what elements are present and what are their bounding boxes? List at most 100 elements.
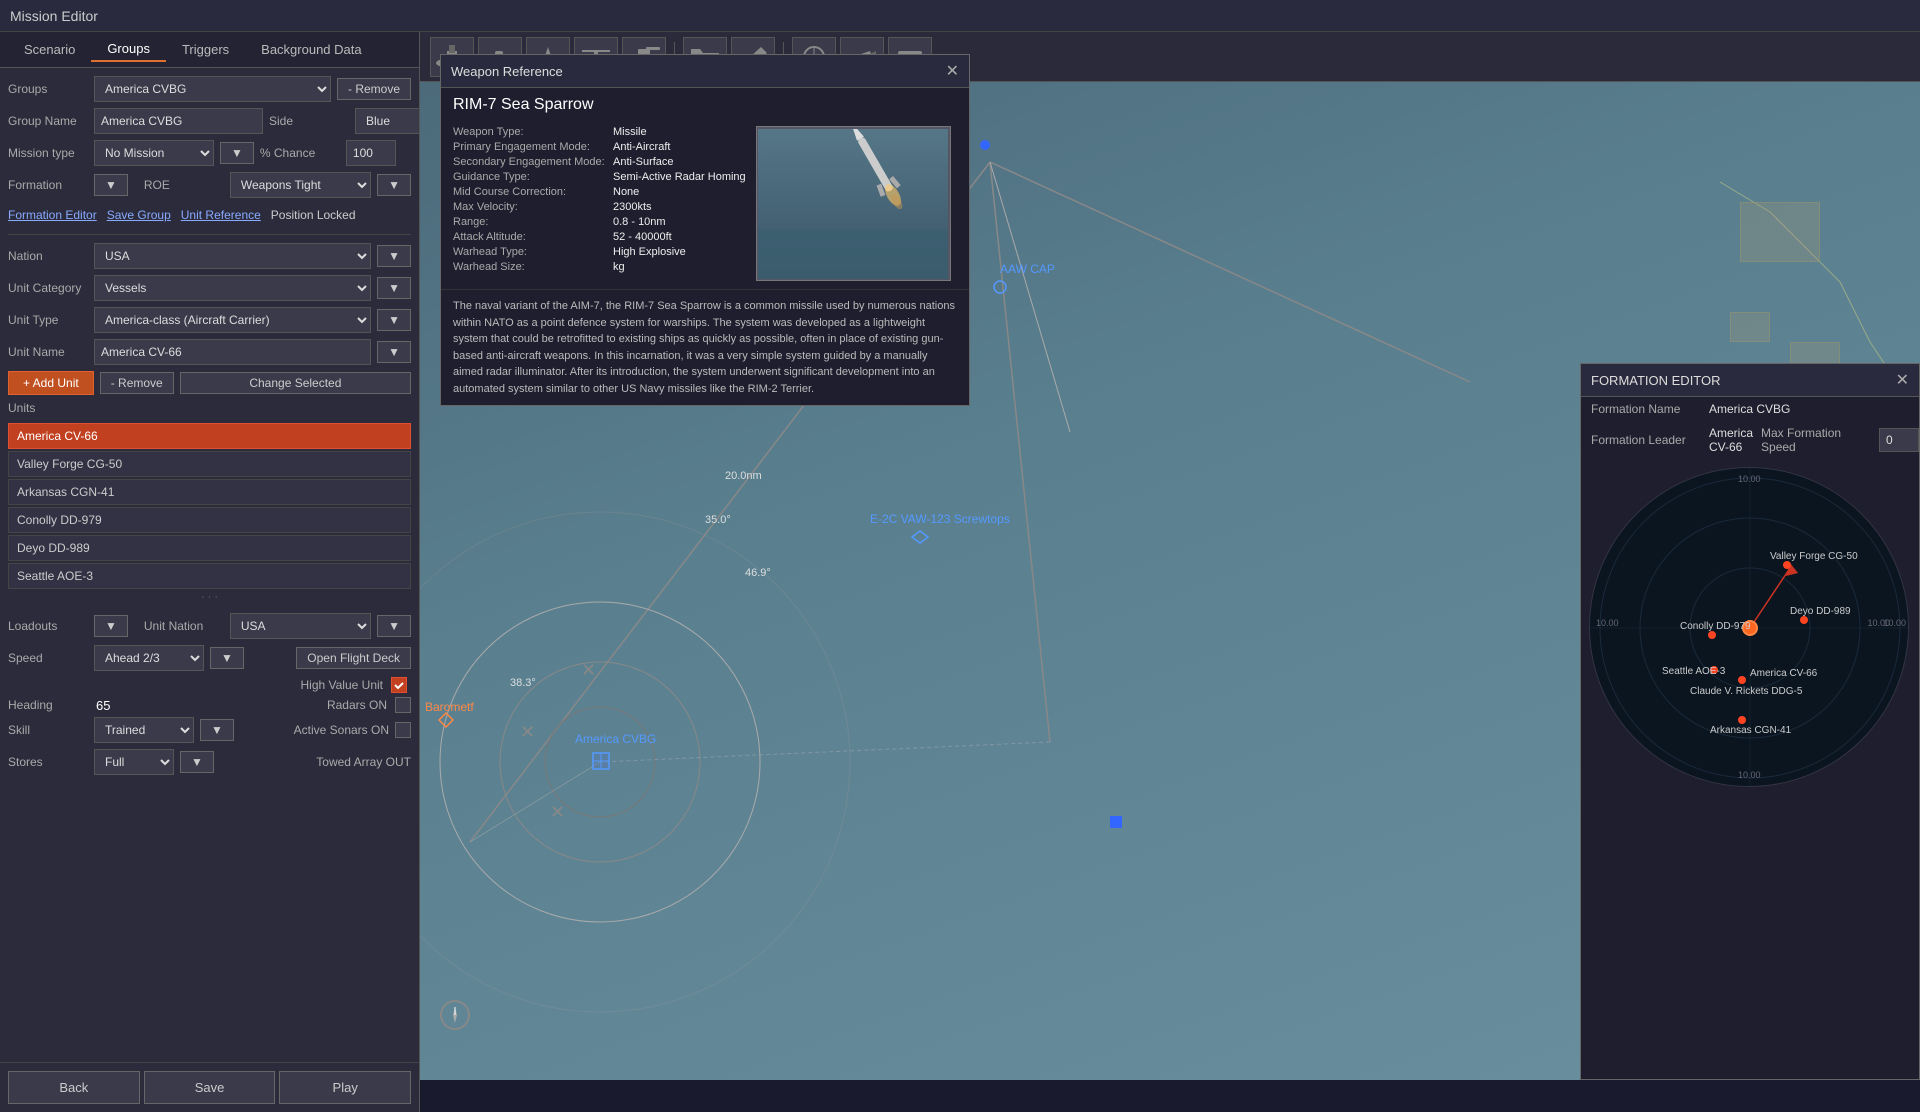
- hvu-label: High Value Unit: [301, 678, 384, 692]
- units-section: Units America CV-66 Valley Forge CG-50 A…: [8, 401, 411, 605]
- groups-label: Groups: [8, 82, 88, 96]
- formation-display: 10.00 10.00 10.00 10.00 10.00 Valley For…: [1589, 467, 1909, 787]
- speed-expand-btn[interactable]: ▼: [210, 647, 244, 669]
- group-name-input[interactable]: [94, 108, 263, 134]
- unit-name-input[interactable]: [94, 339, 371, 365]
- crosshair-2: ✕: [520, 722, 535, 743]
- unit-item[interactable]: Conolly DD-979: [8, 507, 411, 533]
- fp-label-vf: Valley Forge CG-50: [1770, 551, 1858, 562]
- stores-row: Stores Full ▼ Towed Array OUT: [8, 749, 411, 775]
- pem-val: Anti-Aircraft: [613, 141, 670, 153]
- crosshair-3: ✕: [550, 802, 565, 823]
- stores-select[interactable]: Full: [94, 749, 174, 775]
- top-nav: Scenario Groups Triggers Background Data: [0, 32, 419, 68]
- left-panel: Scenario Groups Triggers Background Data…: [0, 32, 420, 1112]
- roe-select[interactable]: Weapons Tight: [230, 172, 371, 198]
- back-button[interactable]: Back: [8, 1071, 140, 1104]
- weapon-description: The naval variant of the AIM-7, the RIM-…: [441, 289, 969, 405]
- unit-item[interactable]: Arkansas CGN-41: [8, 479, 411, 505]
- add-unit-button[interactable]: + Add Unit: [8, 371, 94, 395]
- fp-dot-vf: [1783, 561, 1791, 569]
- mission-expand-btn[interactable]: ▼: [220, 142, 254, 164]
- speed-select[interactable]: Ahead 2/3: [94, 645, 204, 671]
- unit-name-row: Unit Name ▼: [8, 339, 411, 365]
- heading-row: Heading 65 Radars ON: [8, 697, 411, 713]
- side-select[interactable]: Blue: [355, 108, 419, 134]
- unit-type-expand-btn[interactable]: ▼: [377, 309, 411, 331]
- units-header-row: Units: [8, 401, 411, 419]
- e2c-label: E-2C VAW-123 Screwtops: [870, 512, 1010, 526]
- loadouts-expand-btn[interactable]: ▼: [94, 615, 128, 637]
- nation-select[interactable]: USA: [94, 243, 371, 269]
- formation-expand-btn[interactable]: ▼: [94, 174, 128, 196]
- fp-label-arkansas: Arkansas CGN-41: [1710, 725, 1791, 736]
- land-mass-2: [1730, 312, 1770, 342]
- heading-value: 65: [96, 698, 126, 713]
- groups-select[interactable]: America CVBG: [94, 76, 331, 102]
- fp-leader-label: Formation Leader: [1591, 433, 1701, 447]
- side-label: Side: [269, 114, 349, 128]
- panel-content: Scenario Groups Triggers Background Data…: [0, 32, 419, 1062]
- formation-editor-link[interactable]: Formation Editor: [8, 208, 97, 222]
- unit-category-expand-btn[interactable]: ▼: [377, 277, 411, 299]
- save-button[interactable]: Save: [144, 1071, 276, 1104]
- compass[interactable]: [440, 1000, 470, 1030]
- weapon-stats-table: Weapon Type:Missile Primary Engagement M…: [453, 126, 746, 281]
- tab-background-data[interactable]: Background Data: [245, 38, 377, 61]
- open-flight-deck-button[interactable]: Open Flight Deck: [296, 647, 411, 669]
- hvu-checkbox[interactable]: [391, 677, 407, 693]
- groups-row: Groups America CVBG - Remove: [8, 76, 411, 102]
- roe-expand-btn[interactable]: ▼: [377, 174, 411, 196]
- formation-panel-close-button[interactable]: ✕: [1896, 370, 1909, 390]
- skill-expand-btn[interactable]: ▼: [200, 719, 234, 741]
- popup-content: Weapon Type:Missile Primary Engagement M…: [441, 118, 969, 289]
- america-cvbg-label: America CVBG: [575, 732, 656, 746]
- unit-item[interactable]: Seattle AOE-3: [8, 563, 411, 589]
- chance-input[interactable]: [346, 140, 396, 166]
- range-key: Range:: [453, 216, 613, 228]
- units-label: Units: [8, 401, 35, 415]
- unit-nation-expand-btn[interactable]: ▼: [377, 615, 411, 637]
- unit-item[interactable]: America CV-66: [8, 423, 411, 449]
- unit-category-row: Unit Category Vessels ▼: [8, 275, 411, 301]
- stores-expand-btn[interactable]: ▼: [180, 751, 214, 773]
- mv-key: Max Velocity:: [453, 201, 613, 213]
- unit-type-label: Unit Type: [8, 313, 88, 327]
- unit-category-select[interactable]: Vessels: [94, 275, 371, 301]
- america-cvbg-icon: [590, 750, 612, 775]
- popup-header-title: Weapon Reference: [451, 64, 563, 79]
- ring-label-top: 10.00: [1738, 474, 1761, 484]
- tab-groups[interactable]: Groups: [91, 37, 166, 62]
- wht-val: High Explosive: [613, 246, 686, 258]
- mission-type-select[interactable]: No Mission: [94, 140, 214, 166]
- tab-triggers[interactable]: Triggers: [166, 38, 245, 61]
- stores-label: Stores: [8, 755, 88, 769]
- nation-expand-btn[interactable]: ▼: [377, 245, 411, 267]
- unit-item[interactable]: Deyo DD-989: [8, 535, 411, 561]
- fp-maxspeed-input[interactable]: [1879, 428, 1919, 452]
- play-button[interactable]: Play: [279, 1071, 411, 1104]
- save-group-link[interactable]: Save Group: [107, 208, 171, 222]
- nation-row: Nation USA ▼: [8, 243, 411, 269]
- speed-row: Speed Ahead 2/3 ▼ Open Flight Deck: [8, 645, 411, 671]
- map-dot-blue-1: [980, 140, 990, 150]
- skill-select[interactable]: Trained: [94, 717, 194, 743]
- remove-group-button[interactable]: - Remove: [337, 78, 411, 100]
- tab-scenario[interactable]: Scenario: [8, 38, 91, 61]
- wt-key: Weapon Type:: [453, 126, 613, 138]
- fp-dot-deyo: [1800, 616, 1808, 624]
- change-selected-button[interactable]: Change Selected: [180, 372, 411, 394]
- unit-item[interactable]: Valley Forge CG-50: [8, 451, 411, 477]
- active-sonars-toggle[interactable]: [395, 722, 411, 738]
- ring-label-bottom: 10.00: [1738, 770, 1761, 780]
- unit-name-expand-btn[interactable]: ▼: [377, 341, 411, 363]
- aaw-cap-label: AAW CAP: [1000, 262, 1055, 276]
- unit-reference-link[interactable]: Unit Reference: [181, 208, 261, 222]
- unit-nation-select[interactable]: USA: [230, 613, 371, 639]
- wt-val: Missile: [613, 126, 647, 138]
- unit-type-select[interactable]: America-class (Aircraft Carrier): [94, 307, 371, 333]
- dist-20nm: 20.0nm: [725, 470, 762, 482]
- radars-on-toggle[interactable]: [395, 697, 411, 713]
- remove-unit-button[interactable]: - Remove: [100, 372, 174, 394]
- weapon-ref-close-button[interactable]: ✕: [946, 61, 959, 81]
